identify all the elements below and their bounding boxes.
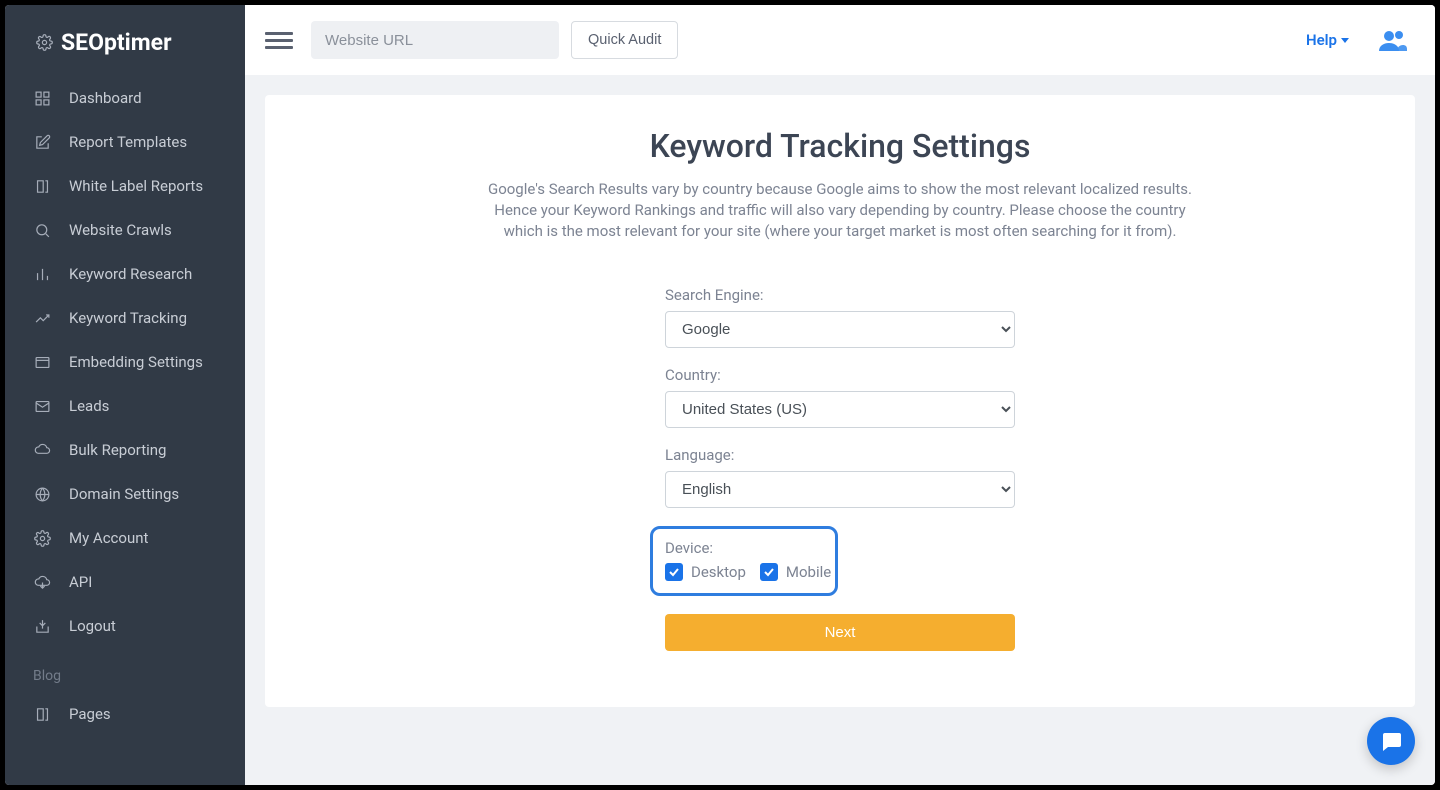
topbar: Quick Audit Help — [245, 5, 1435, 75]
api-icon — [33, 573, 51, 591]
sidebar-item-my-account[interactable]: My Account — [5, 516, 245, 560]
sidebar-item-bulk-reporting[interactable]: Bulk Reporting — [5, 428, 245, 472]
dashboard-icon — [33, 89, 51, 107]
sidebar-item-leads[interactable]: Leads — [5, 384, 245, 428]
sidebar-item-label: Pages — [69, 705, 111, 723]
checkbox-checked-icon — [760, 563, 778, 581]
trend-icon — [33, 309, 51, 327]
checkbox-checked-icon — [665, 563, 683, 581]
search-icon — [33, 221, 51, 239]
sidebar-item-label: Bulk Reporting — [69, 441, 166, 459]
sidebar: SEOptimer Dashboard Report Templates Whi… — [5, 5, 245, 785]
sidebar-item-label: Keyword Research — [69, 265, 192, 283]
users-icon[interactable] — [1379, 29, 1407, 51]
sidebar-blog-nav: Pages — [5, 692, 245, 736]
quick-audit-button[interactable]: Quick Audit — [571, 21, 678, 59]
pages-icon — [33, 705, 51, 723]
sidebar-item-label: Website Crawls — [69, 221, 172, 239]
logo-text: SEOptimer — [61, 29, 172, 56]
sidebar-item-dashboard[interactable]: Dashboard — [5, 76, 245, 120]
device-box: Device: Desktop Mobile — [650, 526, 838, 596]
search-engine-label: Search Engine: — [665, 286, 1015, 304]
sidebar-item-keyword-tracking[interactable]: Keyword Tracking — [5, 296, 245, 340]
country-label: Country: — [665, 366, 1015, 384]
settings-card: Keyword Tracking Settings Google's Searc… — [265, 95, 1415, 707]
sidebar-item-white-label[interactable]: White Label Reports — [5, 164, 245, 208]
device-desktop-label: Desktop — [691, 563, 746, 581]
globe-icon — [33, 485, 51, 503]
help-dropdown[interactable]: Help — [1306, 31, 1349, 49]
sidebar-item-label: Embedding Settings — [69, 353, 203, 371]
language-label: Language: — [665, 446, 1015, 464]
caret-down-icon — [1341, 38, 1349, 43]
sidebar-item-report-templates[interactable]: Report Templates — [5, 120, 245, 164]
logo[interactable]: SEOptimer — [5, 5, 245, 76]
sidebar-item-api[interactable]: API — [5, 560, 245, 604]
edit-icon — [33, 133, 51, 151]
device-mobile-checkbox[interactable]: Mobile — [760, 563, 831, 581]
main-area: Quick Audit Help Keyword Tracking Settin… — [245, 5, 1435, 785]
logo-gear-icon — [35, 34, 53, 52]
device-desktop-checkbox[interactable]: Desktop — [665, 563, 746, 581]
language-select[interactable]: English — [665, 471, 1015, 508]
sidebar-item-label: Domain Settings — [69, 485, 179, 503]
sidebar-item-domain-settings[interactable]: Domain Settings — [5, 472, 245, 516]
menu-toggle-icon[interactable] — [265, 26, 293, 54]
search-engine-select[interactable]: Google — [665, 311, 1015, 348]
website-url-input[interactable] — [311, 21, 559, 59]
content-wrap: Keyword Tracking Settings Google's Searc… — [245, 75, 1435, 785]
chat-widget-icon[interactable] — [1367, 717, 1415, 765]
sidebar-item-label: Leads — [69, 397, 109, 415]
sidebar-item-label: My Account — [69, 529, 148, 547]
files-icon — [33, 177, 51, 195]
page-description: Google's Search Results vary by country … — [480, 179, 1200, 242]
sidebar-item-website-crawls[interactable]: Website Crawls — [5, 208, 245, 252]
bar-chart-icon — [33, 265, 51, 283]
sidebar-item-label: Logout — [69, 617, 116, 635]
sidebar-item-label: API — [69, 573, 92, 591]
page-title: Keyword Tracking Settings — [305, 127, 1375, 165]
sidebar-item-label: Keyword Tracking — [69, 309, 187, 327]
gear-icon — [33, 529, 51, 547]
sidebar-item-embedding[interactable]: Embedding Settings — [5, 340, 245, 384]
help-label: Help — [1306, 31, 1337, 49]
sidebar-item-label: White Label Reports — [69, 177, 203, 195]
next-button[interactable]: Next — [665, 614, 1015, 651]
settings-form: Search Engine: Google Country: United St… — [665, 286, 1015, 651]
logout-icon — [33, 617, 51, 635]
sidebar-item-label: Report Templates — [69, 133, 187, 151]
device-label: Device: — [665, 539, 823, 557]
mail-icon — [33, 397, 51, 415]
sidebar-item-pages[interactable]: Pages — [5, 692, 245, 736]
country-select[interactable]: United States (US) — [665, 391, 1015, 428]
sidebar-item-label: Dashboard — [69, 89, 142, 107]
device-mobile-label: Mobile — [786, 563, 831, 581]
sidebar-section-blog: Blog — [5, 648, 245, 692]
sidebar-item-keyword-research[interactable]: Keyword Research — [5, 252, 245, 296]
cloud-icon — [33, 441, 51, 459]
sidebar-item-logout[interactable]: Logout — [5, 604, 245, 648]
embed-icon — [33, 353, 51, 371]
sidebar-nav: Dashboard Report Templates White Label R… — [5, 76, 245, 648]
